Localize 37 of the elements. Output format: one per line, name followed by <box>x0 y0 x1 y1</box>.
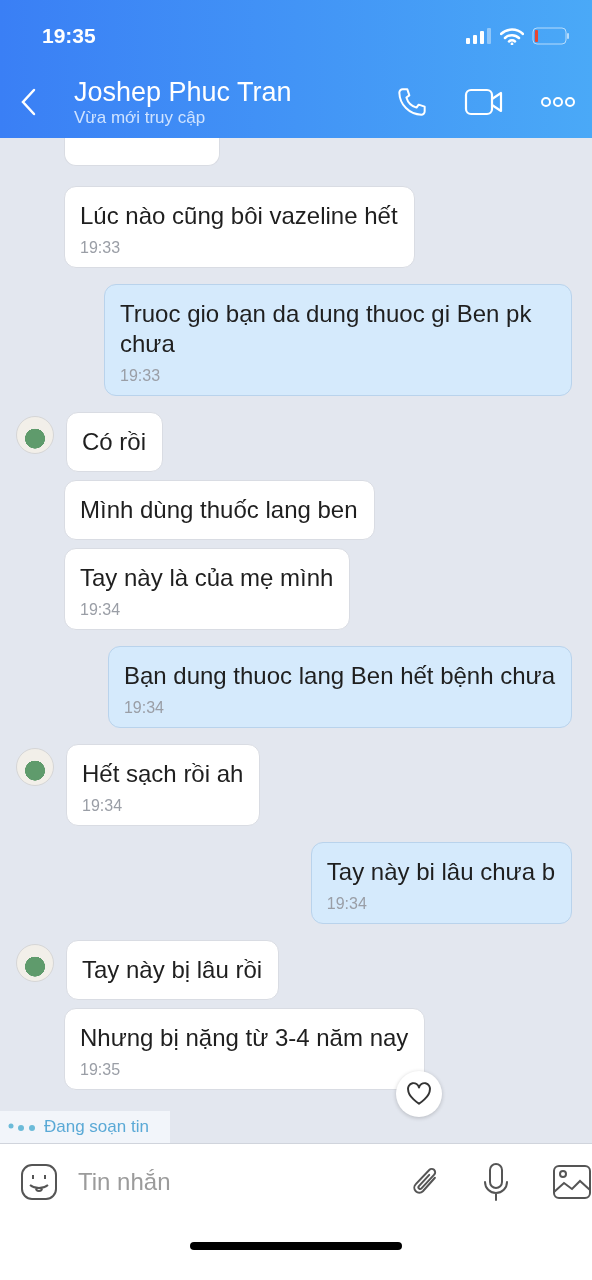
message-text: Nhưng bị nặng từ 3-4 năm nay <box>80 1023 409 1053</box>
message-time: 19:34 <box>326 894 368 914</box>
typing-dots-icon <box>8 1123 36 1131</box>
message-text: Lúc nào cũng bôi vazeline hết <box>80 201 398 231</box>
message-text: Tay này bi lâu chưa b <box>326 857 555 887</box>
message-time: 19:33 <box>120 366 162 386</box>
phone-call-button[interactable] <box>396 86 428 118</box>
heart-reaction-button[interactable] <box>396 1071 443 1117</box>
message-time: 19:35 <box>80 1060 122 1080</box>
status-time: 19:35 <box>42 24 96 48</box>
message-time: 19:34 <box>82 796 124 816</box>
last-seen-status: Vừa mới truy cập <box>74 108 207 128</box>
battery-icon <box>532 27 570 45</box>
message-text: Có rồi <box>82 427 147 457</box>
message-time: 19:33 <box>80 238 122 258</box>
wifi-icon <box>500 27 524 45</box>
typing-text: Đang soạn tin <box>44 1117 149 1137</box>
sticker-button[interactable] <box>20 1163 58 1201</box>
back-button[interactable] <box>20 88 36 116</box>
avatar[interactable] <box>16 416 54 454</box>
video-call-button[interactable] <box>464 88 504 116</box>
microphone-button[interactable] <box>482 1162 510 1202</box>
message-text: Tay này bị lâu rồi <box>82 955 263 985</box>
message-text: Bạn dung thuoc lang Ben hết bệnh chưa <box>123 661 555 691</box>
message-time: 19:34 <box>80 600 122 620</box>
signal-icon <box>466 28 492 44</box>
image-button[interactable] <box>552 1164 592 1200</box>
message-text: Truoc gio bạn da dung thuoc gi Ben pk chưa <box>120 299 533 359</box>
contact-name: Joshep Phuc Tran <box>74 76 293 108</box>
message-text: Tay này là của mẹ mình <box>80 563 334 593</box>
avatar[interactable] <box>16 944 54 982</box>
message-text: Mình dùng thuốc lang ben <box>80 495 358 525</box>
more-options-button[interactable] <box>540 96 576 108</box>
message-text: Hết sạch rồi ah <box>82 759 244 789</box>
message-time: 19:34 <box>123 698 165 718</box>
avatar[interactable] <box>16 748 54 786</box>
heart-icon <box>406 1082 433 1106</box>
